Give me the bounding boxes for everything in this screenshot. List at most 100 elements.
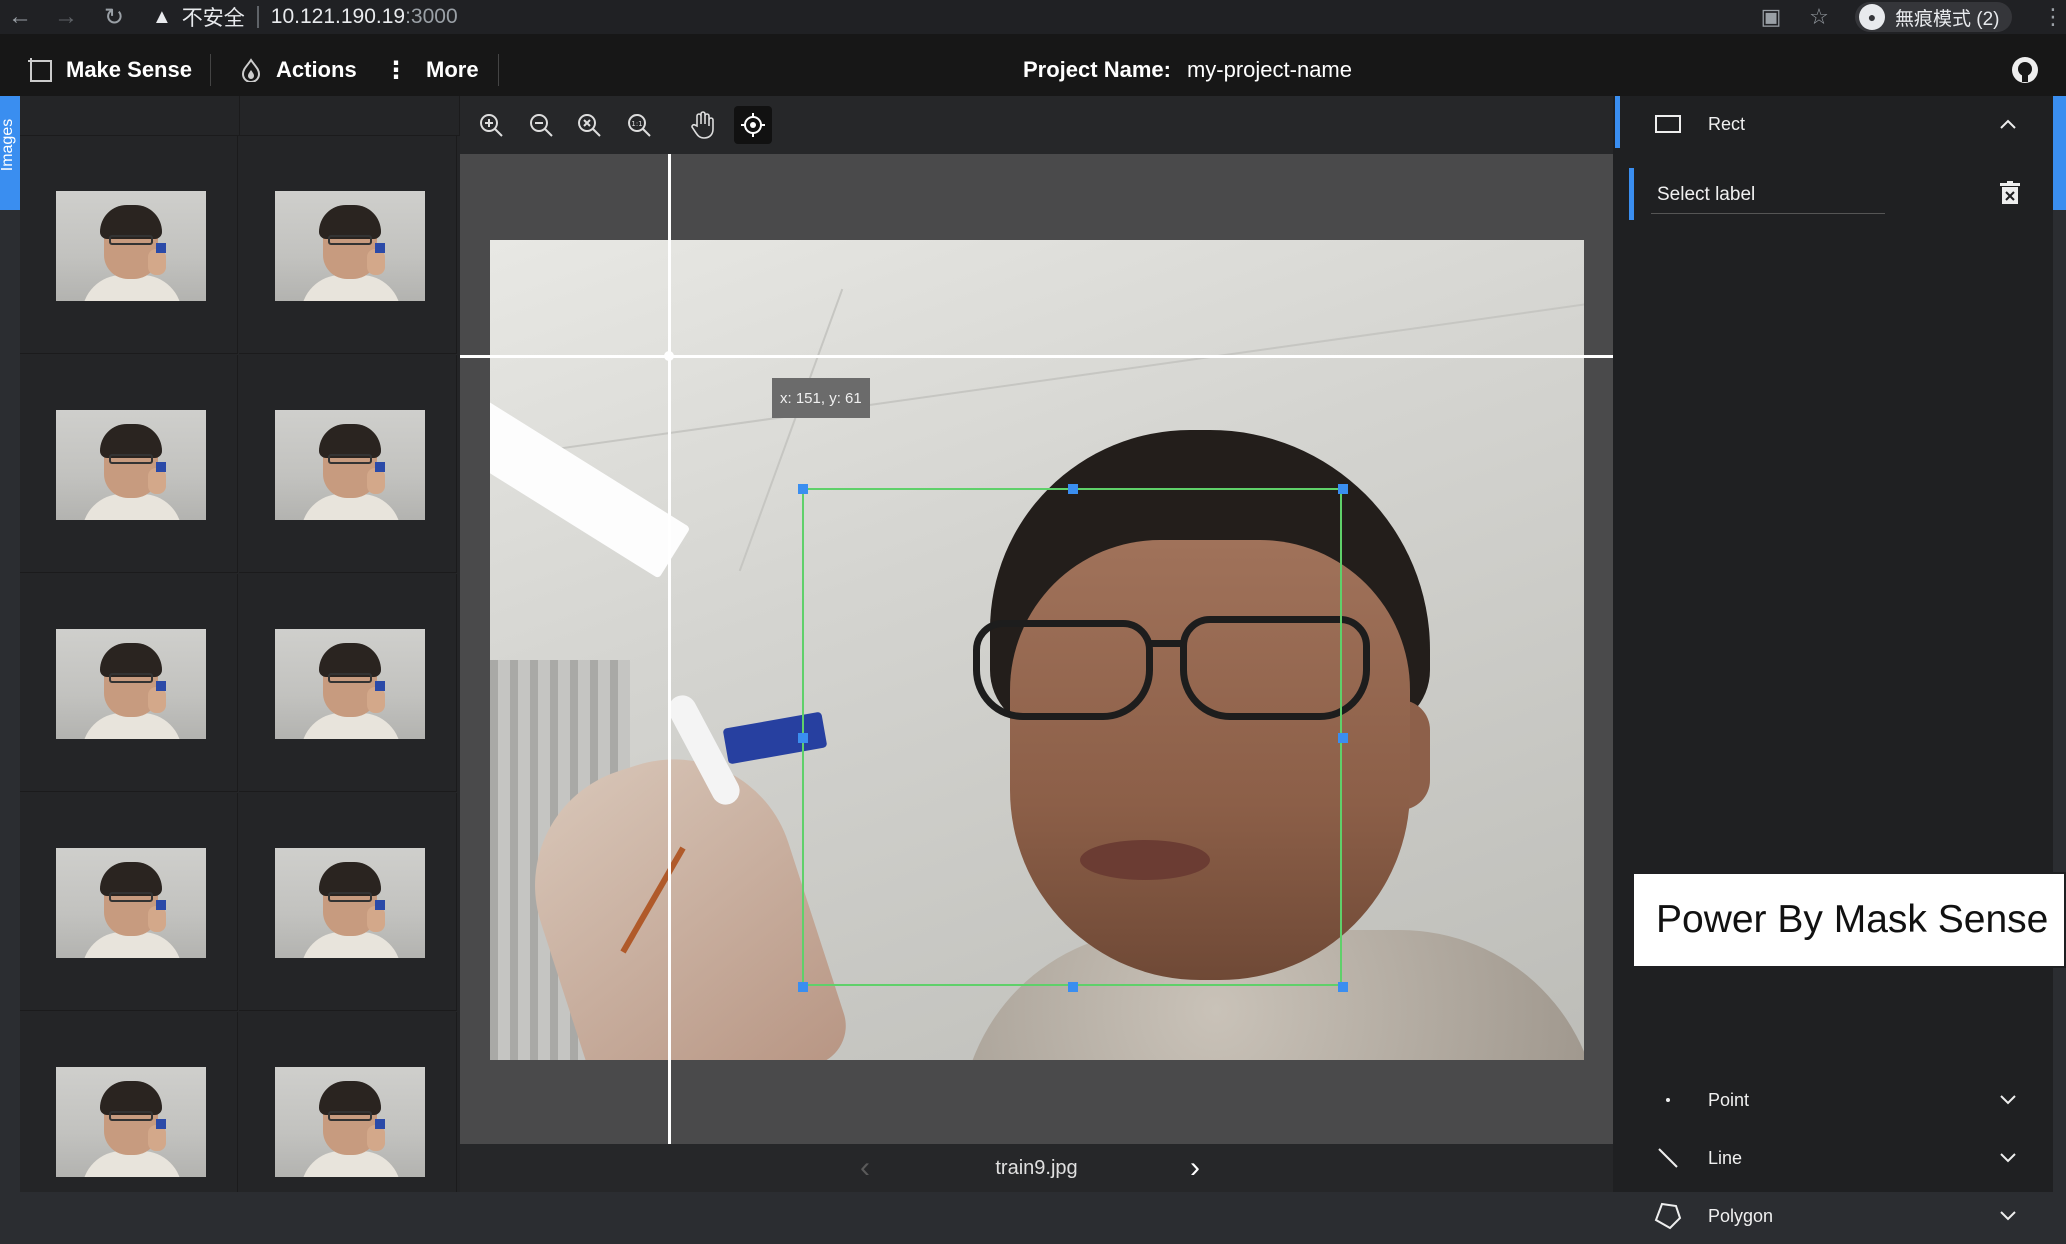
resize-handle[interactable] bbox=[798, 733, 808, 743]
label-select[interactable]: Select label bbox=[1651, 176, 1885, 214]
images-tab-label: Images bbox=[0, 118, 16, 172]
translate-icon[interactable]: ▣ bbox=[1756, 0, 1786, 34]
resize-handle[interactable] bbox=[798, 484, 808, 494]
cursor-coordinates: x: 151, y: 61 bbox=[772, 378, 870, 418]
images-tab[interactable]: Images bbox=[0, 96, 20, 210]
image-thumbnail-cell[interactable] bbox=[239, 136, 457, 354]
thumbnail-glasses bbox=[109, 454, 153, 464]
chevron-down-icon[interactable] bbox=[1993, 1143, 2023, 1173]
back-icon[interactable]: ← bbox=[0, 0, 40, 34]
thumbnail-servo bbox=[375, 681, 385, 691]
insecure-label: 不安全 bbox=[181, 7, 245, 30]
resize-handle[interactable] bbox=[1338, 982, 1348, 992]
image-thumbnail[interactable] bbox=[275, 1067, 425, 1177]
project-name[interactable]: Project Name: my-project-name bbox=[1023, 44, 1352, 96]
image-thumbnail[interactable] bbox=[56, 848, 206, 958]
labels-tab[interactable] bbox=[2053, 96, 2066, 210]
resize-handle[interactable] bbox=[1068, 982, 1078, 992]
line-section-header[interactable]: Line bbox=[1613, 1130, 2053, 1186]
bounding-box[interactable] bbox=[798, 484, 1348, 992]
thumbnail-servo bbox=[156, 681, 166, 691]
actions-menu[interactable]: Actions bbox=[240, 44, 357, 96]
resize-handle[interactable] bbox=[798, 982, 808, 992]
bookmark-star-icon[interactable]: ☆ bbox=[1804, 0, 1834, 34]
image-thumbnail-cell[interactable] bbox=[20, 136, 238, 354]
image-thumbnail[interactable] bbox=[56, 410, 206, 520]
image-thumbnail[interactable] bbox=[275, 410, 425, 520]
image-thumbnail[interactable] bbox=[275, 629, 425, 739]
thumbnail-servo bbox=[156, 900, 166, 910]
nav-divider bbox=[498, 54, 499, 86]
image-navigation: train9.jpg ‹ › bbox=[460, 1144, 1613, 1192]
logo-icon bbox=[28, 58, 52, 82]
image-thumbnail[interactable] bbox=[56, 191, 206, 301]
label-entry-accent bbox=[1629, 168, 1634, 220]
chevron-down-icon[interactable] bbox=[1993, 1085, 2023, 1115]
image-thumbnail-cell[interactable] bbox=[239, 574, 457, 792]
labeling-canvas[interactable]: x: 151, y: 61 bbox=[460, 154, 1613, 1144]
thumbnail-glasses bbox=[328, 1111, 372, 1121]
rect-icon bbox=[1653, 109, 1683, 139]
more-menu[interactable]: ⋮ More bbox=[384, 44, 479, 96]
image-thumbnail[interactable] bbox=[56, 629, 206, 739]
point-section-header[interactable]: Point bbox=[1613, 1072, 2053, 1128]
polygon-section-header[interactable]: Polygon bbox=[1613, 1188, 2053, 1244]
label-entry[interactable]: Select label bbox=[1629, 168, 2033, 220]
actions-icon bbox=[241, 58, 261, 82]
chevron-down-icon[interactable] bbox=[1993, 1201, 2023, 1231]
brand[interactable]: Make Sense bbox=[26, 44, 192, 96]
image-thumbnail[interactable] bbox=[275, 191, 425, 301]
address-bar[interactable]: ▲ 不安全 10.121.190.19:3000 bbox=[152, 0, 458, 34]
image-thumbnail-cell[interactable] bbox=[20, 793, 238, 1011]
thumbnail-glasses bbox=[109, 235, 153, 245]
image-thumbnail-cell[interactable] bbox=[20, 355, 238, 573]
delete-label-icon[interactable] bbox=[1997, 178, 2023, 208]
thumbnail-glasses bbox=[328, 892, 372, 902]
image-list-header bbox=[20, 96, 460, 136]
thumbnail-hair bbox=[100, 1081, 162, 1115]
zoom-out-button[interactable] bbox=[522, 106, 560, 144]
image-list[interactable] bbox=[20, 96, 460, 1192]
crosshair-button[interactable] bbox=[734, 106, 772, 144]
photo-ceiling-light bbox=[490, 390, 691, 579]
polygon-icon bbox=[1653, 1201, 1683, 1231]
rect-section-header[interactable]: Rect bbox=[1613, 96, 2053, 152]
thumbnail-glasses bbox=[328, 235, 372, 245]
forward-icon[interactable]: → bbox=[46, 0, 86, 34]
pan-button[interactable] bbox=[684, 106, 722, 144]
browser-menu-icon[interactable]: ⋮ bbox=[2040, 0, 2066, 34]
crosshair-center bbox=[664, 351, 674, 361]
navbar-top-strip bbox=[0, 34, 2066, 44]
resize-handle[interactable] bbox=[1068, 484, 1078, 494]
chevron-left-icon: ‹ bbox=[860, 1151, 870, 1184]
zoom-fit-icon bbox=[578, 114, 601, 137]
next-image-button[interactable]: › bbox=[1190, 1144, 1200, 1192]
crosshair-horizontal bbox=[460, 355, 1613, 358]
image-thumbnail[interactable] bbox=[275, 848, 425, 958]
image-thumbnail-cell[interactable] bbox=[239, 355, 457, 573]
image-under-annotation[interactable] bbox=[490, 240, 1584, 1060]
incognito-badge[interactable]: ● 無痕模式 (2) bbox=[1855, 2, 2012, 32]
image-thumbnail-cell[interactable] bbox=[239, 793, 457, 1011]
resize-handle[interactable] bbox=[1338, 733, 1348, 743]
project-name-value[interactable]: my-project-name bbox=[1187, 57, 1352, 83]
zoom-in-button[interactable] bbox=[472, 106, 510, 144]
previous-image-button[interactable]: ‹ bbox=[860, 1144, 870, 1192]
image-thumbnail-cell[interactable] bbox=[20, 1012, 238, 1192]
image-thumbnail-cell[interactable] bbox=[239, 1012, 457, 1192]
zoom-reset-icon: 1:1 bbox=[628, 114, 651, 137]
reload-icon[interactable]: ↻ bbox=[94, 0, 134, 34]
image-thumbnail[interactable] bbox=[56, 1067, 206, 1177]
thumbnail-hair bbox=[319, 643, 381, 677]
zoom-reset-button[interactable]: 1:1 bbox=[620, 106, 658, 144]
thumbnail-servo bbox=[156, 243, 166, 253]
zoom-fit-button[interactable] bbox=[570, 106, 608, 144]
zoom-in-icon bbox=[480, 114, 503, 137]
resize-handle[interactable] bbox=[1338, 484, 1348, 494]
chevron-up-icon[interactable] bbox=[1993, 109, 2023, 139]
thumbnail-glasses bbox=[109, 673, 153, 683]
thumbnail-hair bbox=[319, 424, 381, 458]
github-link[interactable] bbox=[2010, 44, 2040, 96]
image-file-name: train9.jpg bbox=[995, 1157, 1078, 1179]
image-thumbnail-cell[interactable] bbox=[20, 574, 238, 792]
